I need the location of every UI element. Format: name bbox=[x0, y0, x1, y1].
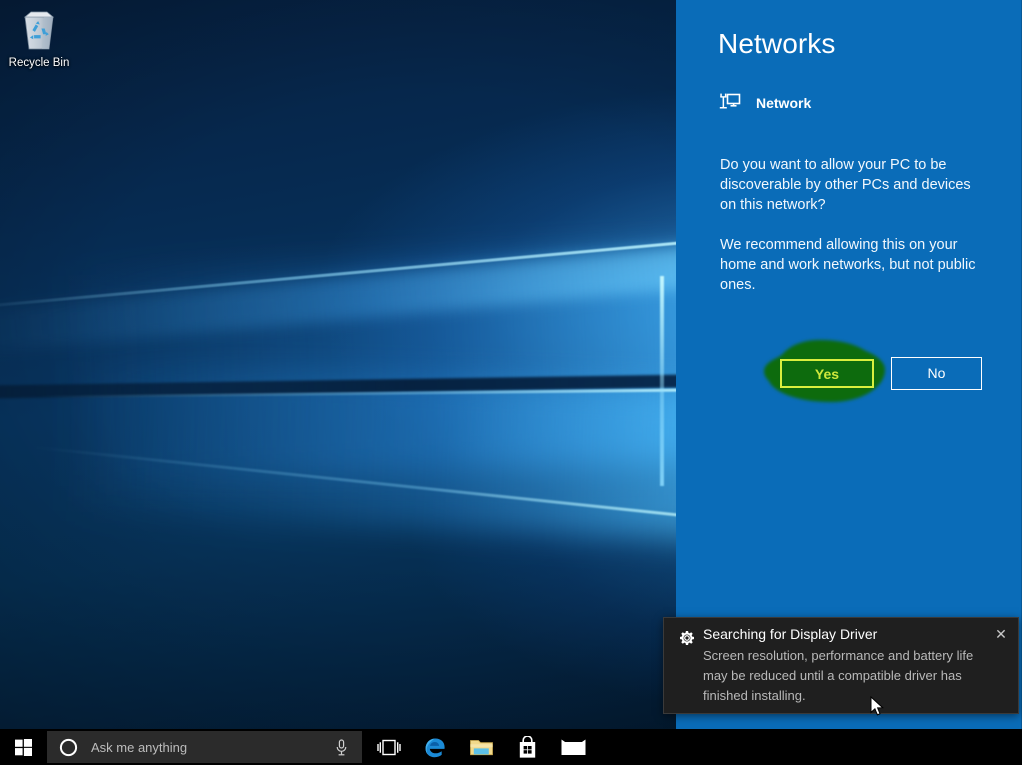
cortana-circle-icon bbox=[59, 738, 78, 757]
network-list-item[interactable]: Network bbox=[718, 92, 811, 114]
no-button[interactable]: No bbox=[891, 357, 982, 390]
taskbar-item-microsoft-edge[interactable] bbox=[412, 729, 458, 765]
discoverability-recommendation: We recommend allowing this on your home … bbox=[720, 237, 976, 293]
start-button[interactable] bbox=[0, 729, 46, 765]
flyout-description: Do you want to allow your PC to be disco… bbox=[720, 155, 982, 315]
yes-button[interactable]: Yes bbox=[780, 359, 874, 388]
windows-logo-icon bbox=[14, 738, 32, 756]
taskbar-item-task-view[interactable] bbox=[366, 729, 412, 765]
ethernet-icon bbox=[719, 93, 741, 109]
search-placeholder-text: Ask me anything bbox=[91, 739, 188, 755]
taskbar-item-file-explorer[interactable] bbox=[458, 729, 504, 765]
taskbar-item-microsoft-store[interactable] bbox=[504, 729, 550, 765]
toast-title: Searching for Display Driver bbox=[703, 626, 878, 642]
desktop-screen: Recycle Bin Networks Network Do you want… bbox=[0, 0, 1022, 765]
taskbar-item-mail[interactable] bbox=[550, 729, 596, 765]
search-input[interactable]: Ask me anything bbox=[47, 731, 362, 763]
task-view-icon bbox=[377, 739, 401, 755]
edge-icon bbox=[425, 738, 445, 757]
folder-icon bbox=[469, 739, 493, 755]
network-item-label: Network bbox=[756, 95, 812, 111]
gear-icon bbox=[680, 631, 694, 645]
close-icon[interactable]: ✕ bbox=[992, 625, 1010, 643]
recycle-bin-label: Recycle Bin bbox=[8, 57, 70, 69]
discoverability-question: Do you want to allow your PC to be disco… bbox=[720, 157, 971, 213]
desktop-icon-recycle-bin[interactable]: Recycle Bin bbox=[6, 6, 72, 70]
microphone-icon[interactable] bbox=[335, 738, 348, 756]
taskbar: Ask me anything bbox=[0, 729, 1022, 765]
notification-toast[interactable]: Searching for Display Driver Screen reso… bbox=[663, 617, 1019, 714]
flyout-title: Networks bbox=[718, 28, 836, 59]
envelope-icon bbox=[561, 739, 585, 755]
toast-body-text: Screen resolution, performance and batte… bbox=[703, 648, 974, 703]
recycle-bin-icon bbox=[23, 11, 55, 50]
store-bag-icon bbox=[519, 735, 535, 758]
